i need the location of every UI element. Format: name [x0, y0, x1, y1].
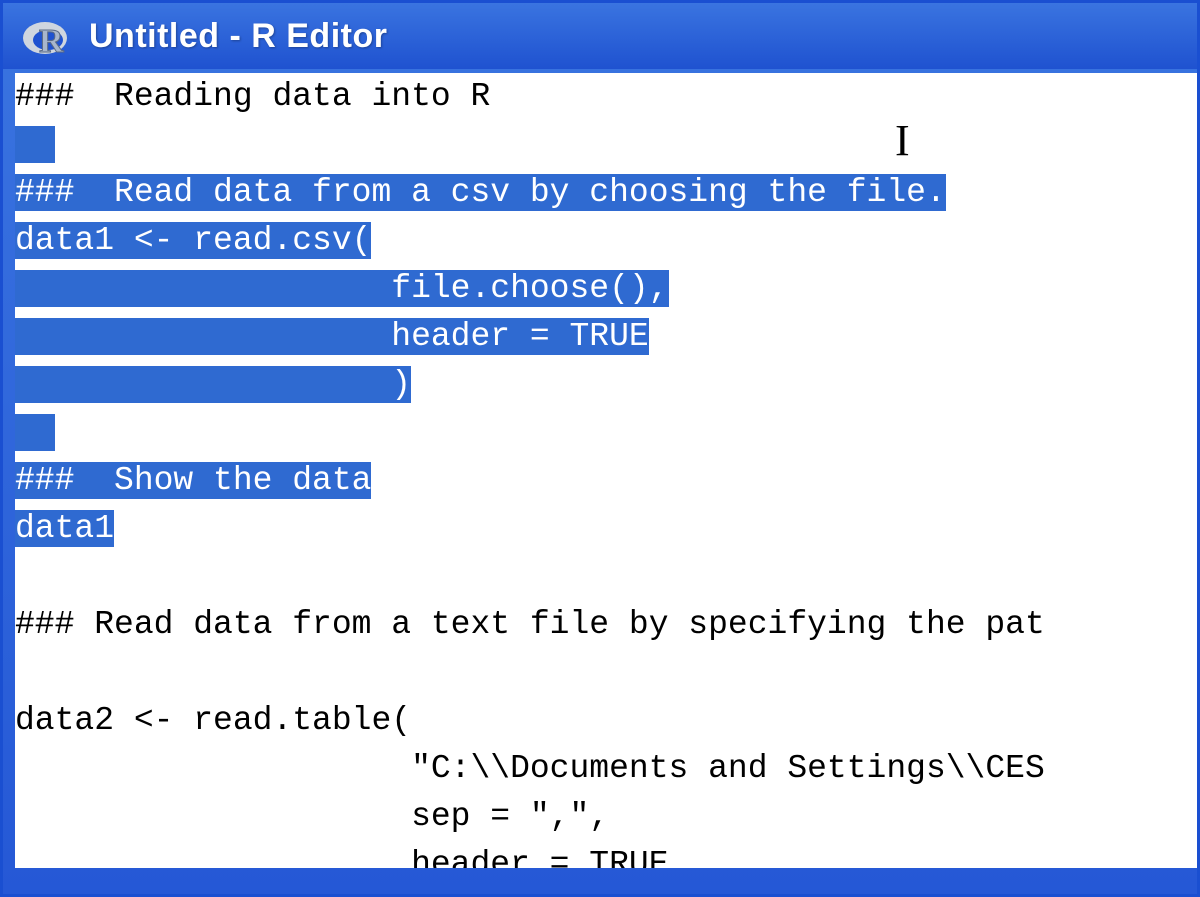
code-line[interactable]: ### Show the data [15, 457, 1197, 505]
code-line[interactable] [15, 649, 1197, 697]
code-text[interactable]: data2 <- read.table( [15, 702, 411, 739]
code-line[interactable]: file.choose(), [15, 265, 1197, 313]
code-line[interactable] [15, 121, 1197, 169]
selected-text[interactable]: header = TRUE [15, 318, 649, 355]
code-line[interactable]: "C:\\Documents and Settings\\CES [15, 745, 1197, 793]
selected-text[interactable]: data1 <- read.csv( [15, 222, 371, 259]
code-text[interactable]: sep = ",", [15, 798, 609, 835]
selected-text[interactable]: data1 [15, 510, 114, 547]
code-text[interactable]: ### Read data from a text file by specif… [15, 606, 1045, 643]
code-line[interactable]: ### Read data from a text file by specif… [15, 601, 1197, 649]
code-line[interactable]: ### Read data from a csv by choosing the… [15, 169, 1197, 217]
code-line[interactable]: ) [15, 361, 1197, 409]
code-line[interactable]: ### Reading data into R [15, 73, 1197, 121]
code-text[interactable]: "C:\\Documents and Settings\\CES [15, 750, 1045, 787]
code-line[interactable] [15, 409, 1197, 457]
r-editor-window: R Untitled - R Editor ### Reading data i… [0, 0, 1200, 897]
window-title: Untitled - R Editor [89, 17, 387, 56]
r-logo-icon: R [21, 12, 69, 60]
svg-text:R: R [39, 23, 64, 60]
code-line[interactable]: header = TRUE [15, 841, 1197, 868]
selected-text[interactable]: ### Show the data [15, 462, 371, 499]
titlebar[interactable]: R Untitled - R Editor [3, 3, 1197, 69]
selected-text[interactable] [15, 126, 55, 163]
code-line[interactable] [15, 553, 1197, 601]
code-line[interactable]: sep = ",", [15, 793, 1197, 841]
selected-text[interactable] [15, 414, 55, 451]
code-text[interactable]: header = TRUE [15, 846, 669, 868]
selected-text[interactable]: ) [15, 366, 411, 403]
code-line[interactable]: header = TRUE [15, 313, 1197, 361]
code-line[interactable]: data1 <- read.csv( [15, 217, 1197, 265]
code-editor[interactable]: ### Reading data into R ### Read data fr… [15, 73, 1197, 868]
code-line[interactable]: data1 [15, 505, 1197, 553]
selected-text[interactable]: file.choose(), [15, 270, 669, 307]
code-text[interactable]: ### Reading data into R [15, 78, 490, 115]
selected-text[interactable]: ### Read data from a csv by choosing the… [15, 174, 946, 211]
code-line[interactable]: data2 <- read.table( [15, 697, 1197, 745]
